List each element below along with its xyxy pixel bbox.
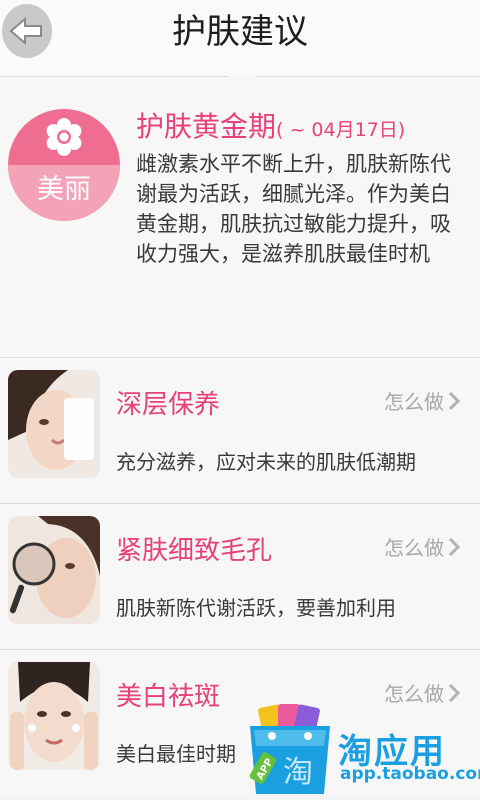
top-bar: 护肤建议	[0, 0, 480, 77]
thumbnail-face-mask	[8, 370, 100, 478]
badge-label: 美丽	[8, 165, 120, 221]
item-title: 美白祛斑	[116, 682, 221, 712]
intro-title-text: 护肤黄金期	[136, 110, 277, 143]
beauty-badge: 美丽	[8, 109, 120, 221]
list-item-deep-care[interactable]: 深层保养 怎么做 充分滋养，应对未来的肌肤低潮期	[0, 358, 480, 502]
bag-label: 淘	[283, 755, 313, 790]
intro-title: 护肤黄金期( ~ 04月17日)	[136, 105, 405, 145]
thumbnail-face-lens	[8, 516, 100, 624]
how-to-link[interactable]: 怎么做	[384, 386, 460, 415]
chevron-right-icon	[448, 537, 460, 556]
item-description: 充分滋养，应对未来的肌肤低潮期	[116, 450, 416, 474]
how-to-link[interactable]: 怎么做	[384, 532, 460, 561]
list-item-pores[interactable]: 紧肤细致毛孔 怎么做 肌肤新陈代谢活跃，要善加利用	[0, 504, 480, 648]
page-title: 护肤建议	[172, 12, 308, 52]
how-to-label: 怎么做	[384, 536, 444, 560]
item-title: 紧肤细致毛孔	[116, 536, 273, 566]
shopping-bag-icon: APP 淘	[249, 704, 330, 794]
how-to-label: 怎么做	[384, 390, 444, 414]
intro-section: 美丽 护肤黄金期( ~ 04月17日) 雌激素水平不断上升，肌肤新陈代谢最为活跃…	[0, 77, 480, 357]
taobao-app-store-badge[interactable]: APP 淘 淘应用 app.taobao.com	[244, 702, 480, 800]
intro-description: 雌激素水平不断上升，肌肤新陈代谢最为活跃，细腻光泽。作为美白黄金期，肌肤抗过敏能…	[136, 152, 451, 266]
item-description: 美白最佳时期	[116, 742, 236, 766]
chevron-right-icon	[448, 391, 460, 410]
flower-icon	[46, 118, 82, 156]
intro-date-range: ( ~ 04月17日)	[276, 119, 406, 141]
item-title: 深层保养	[116, 390, 221, 420]
chevron-right-icon	[448, 683, 460, 702]
badge-top	[8, 109, 120, 165]
store-url: app.taobao.com	[340, 764, 480, 784]
thumbnail-face-hands	[8, 662, 100, 770]
item-description: 肌肤新陈代谢活跃，要善加利用	[116, 596, 396, 620]
